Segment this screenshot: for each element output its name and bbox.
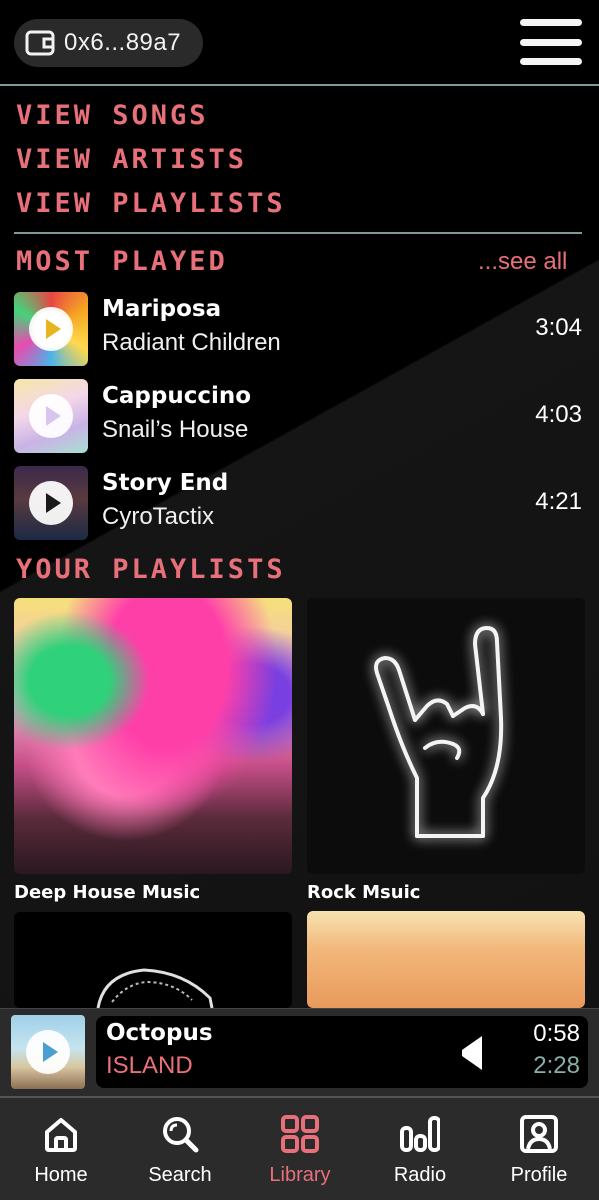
track-title: Cappuccino	[102, 383, 252, 409]
nav-search[interactable]: Search	[125, 1114, 235, 1187]
track-row[interactable]: Mariposa Radiant Children 3:04	[14, 292, 582, 366]
bottom-navigation: Home Search Library Radio Profile	[0, 1096, 599, 1200]
nav-label: Home	[34, 1164, 88, 1186]
playlist-card[interactable]: Deep House Music	[14, 598, 292, 903]
search-icon	[160, 1114, 200, 1154]
track-duration: 4:03	[535, 401, 582, 428]
track-title: Mariposa	[102, 296, 222, 322]
hamburger-menu-icon[interactable]	[520, 17, 582, 67]
track-duration: 4:21	[535, 488, 582, 515]
now-playing-title: Octopus	[106, 1020, 213, 1046]
play-icon[interactable]	[29, 394, 73, 438]
nav-home[interactable]: Home	[6, 1114, 116, 1187]
playlist-card[interactable]	[307, 911, 585, 1008]
track-artist: Snail’s House	[102, 416, 249, 443]
wallet-address: 0x6...89a7	[64, 29, 182, 56]
most-played-title: MOST PLAYED	[16, 246, 228, 277]
playlist-artwork	[307, 911, 585, 1008]
play-icon[interactable]	[29, 481, 73, 525]
nav-label: Radio	[393, 1164, 447, 1186]
playlist-name: Deep House Music	[14, 882, 201, 903]
playlist-artwork	[14, 912, 292, 1008]
track-artwork	[14, 379, 88, 453]
playlist-card[interactable]: Rock Msuic	[307, 598, 585, 903]
see-all-link[interactable]: ...see all	[478, 248, 567, 276]
total-time: 2:28	[533, 1052, 580, 1079]
play-icon[interactable]	[26, 1030, 70, 1074]
view-songs-link[interactable]: VIEW SONGS	[16, 98, 286, 142]
wallet-icon	[24, 29, 56, 57]
now-playing-artist: ISLAND	[106, 1052, 193, 1079]
your-playlists-title: YOUR PLAYLISTS	[16, 554, 286, 585]
home-icon	[41, 1114, 81, 1154]
volume-icon[interactable]	[462, 1036, 482, 1070]
nav-label: Search	[148, 1164, 212, 1186]
track-artwork	[14, 292, 88, 366]
track-title: Story End	[102, 470, 229, 496]
view-artists-link[interactable]: VIEW ARTISTS	[16, 142, 286, 186]
now-playing-artwork	[11, 1015, 85, 1089]
nav-radio[interactable]: Radio	[365, 1114, 475, 1187]
track-artwork	[14, 466, 88, 540]
track-row[interactable]: Story End CyroTactix 4:21	[14, 466, 582, 540]
view-links: VIEW SONGS VIEW ARTISTS VIEW PLAYLISTS	[16, 98, 286, 230]
section-divider	[14, 232, 582, 234]
now-playing-bar[interactable]: Octopus ISLAND 0:58 2:28	[0, 1008, 599, 1096]
track-duration: 3:04	[535, 314, 582, 341]
nav-profile[interactable]: Profile	[484, 1114, 594, 1187]
nav-label: Profile	[510, 1164, 568, 1186]
playlist-name: Rock Msuic	[307, 882, 421, 903]
playlist-artwork	[14, 598, 292, 874]
track-row[interactable]: Cappuccino Snail’s House 4:03	[14, 379, 582, 453]
playlist-artwork	[307, 598, 585, 874]
track-artist: Radiant Children	[102, 329, 281, 356]
track-artist: CyroTactix	[102, 503, 215, 530]
playlist-card[interactable]	[14, 912, 292, 1008]
elapsed-time: 0:58	[533, 1020, 580, 1047]
wallet-button[interactable]: 0x6...89a7	[14, 19, 203, 67]
view-playlists-link[interactable]: VIEW PLAYLISTS	[16, 186, 286, 230]
profile-icon	[519, 1114, 559, 1154]
nav-library[interactable]: Library	[245, 1114, 355, 1187]
library-icon	[280, 1114, 320, 1154]
radio-icon	[400, 1114, 441, 1154]
top-bar: 0x6...89a7	[0, 0, 599, 86]
now-playing-info: Octopus ISLAND 0:58 2:28	[96, 1016, 588, 1088]
play-icon[interactable]	[29, 307, 73, 351]
nav-label: Library	[269, 1164, 331, 1186]
